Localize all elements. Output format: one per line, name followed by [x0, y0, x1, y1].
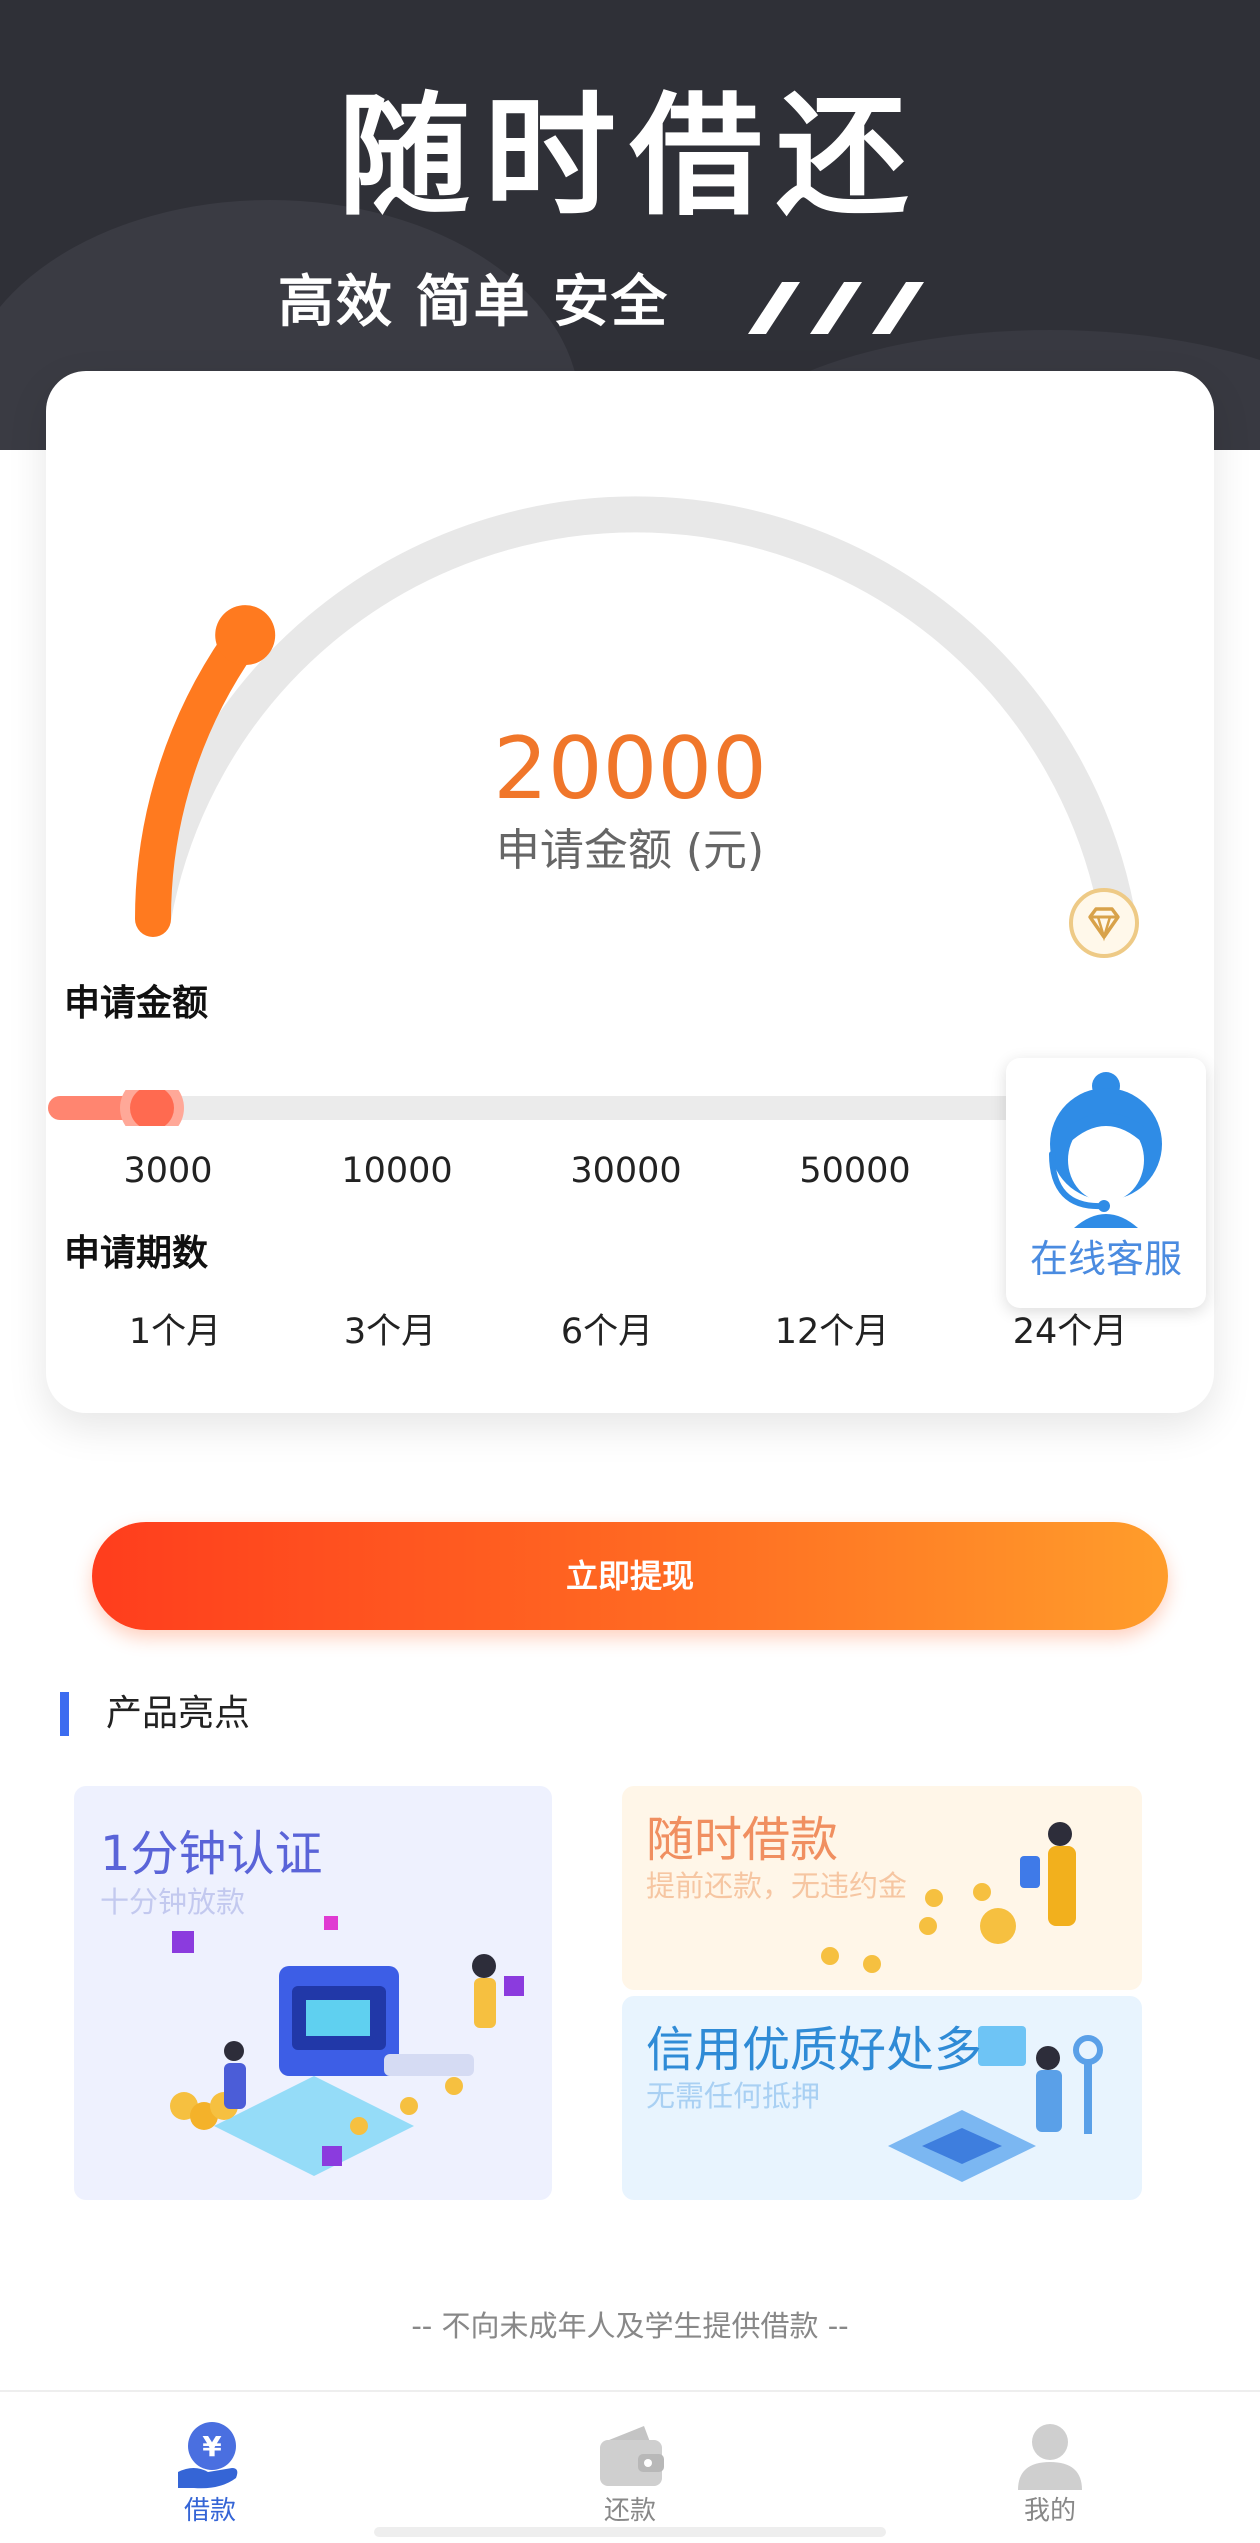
online-service-label: 在线客服 — [1029, 1237, 1182, 1281]
tab-loan[interactable]: ¥ 借款 — [110, 2392, 310, 2543]
disclaimer-text: -- 不向未成年人及学生提供借款 -- — [411, 2309, 849, 2343]
hero-subtitle: 高效 简单 安全 — [278, 270, 669, 335]
home-indicator — [374, 2527, 886, 2537]
diamond-icon — [1069, 888, 1139, 958]
hero-title: 随时借还 — [338, 80, 922, 234]
loan-amount-label: 申请金额 (元) — [495, 825, 765, 876]
bottom-tab-bar: ¥ 借款 还款 我的 — [0, 2390, 1260, 2543]
slash-decoration-icon — [748, 282, 924, 334]
tab-repay[interactable]: 还款 — [530, 2392, 730, 2543]
section-accent-bar — [60, 1692, 69, 1736]
amount-option[interactable]: 3000 — [123, 1147, 212, 1195]
tile-title: 1分钟认证 — [100, 1826, 323, 1882]
svg-text:¥: ¥ — [202, 2430, 222, 2463]
amount-option[interactable]: 10000 — [341, 1147, 452, 1195]
tile-subtitle: 提前还款，无违约金 — [646, 1869, 908, 1903]
amount-section-label: 申请金额 — [64, 983, 209, 1024]
gauge-knob — [215, 605, 276, 666]
withdraw-button[interactable]: 立即提现 — [92, 1522, 1168, 1630]
term-option[interactable]: 1个月 — [129, 1308, 221, 1356]
highlight-tile-verify[interactable]: 1分钟认证 十分钟放款 — [74, 1786, 552, 2200]
slider-track — [48, 1096, 1028, 1120]
term-option[interactable]: 3个月 — [344, 1308, 436, 1356]
tab-label: 还款 — [603, 2496, 656, 2526]
tile-title: 信用优质好处多 — [646, 2022, 983, 2078]
amount-slider[interactable] — [48, 1090, 1028, 1126]
tab-profile[interactable]: 我的 — [950, 2392, 1150, 2543]
amount-option[interactable]: 30000 — [570, 1147, 681, 1195]
loan-amount: 20000 — [493, 719, 767, 819]
loan-icon: ¥ — [178, 2422, 238, 2489]
amount-gauge — [135, 496, 1136, 937]
online-service-button[interactable]: 在线客服 — [1006, 1058, 1206, 1308]
tab-label: 我的 — [1023, 2496, 1076, 2526]
customer-service-icon — [1049, 1072, 1162, 1228]
amount-option[interactable]: 50000 — [799, 1147, 910, 1195]
highlight-tile-credit[interactable]: 信用优质好处多 无需任何抵押 — [622, 1996, 1142, 2200]
term-option[interactable]: 12个月 — [775, 1308, 890, 1356]
wallet-icon — [600, 2426, 664, 2486]
tile-subtitle: 十分钟放款 — [100, 1885, 246, 1919]
term-option[interactable]: 24个月 — [1013, 1308, 1128, 1356]
highlight-tile-borrow[interactable]: 随时借款 提前还款，无违约金 — [622, 1786, 1142, 1990]
term-section-label: 申请期数 — [64, 1233, 209, 1274]
term-option[interactable]: 6个月 — [561, 1308, 653, 1356]
tile-subtitle: 无需任何抵押 — [646, 2079, 821, 2113]
profile-icon — [1018, 2424, 1082, 2490]
tab-label: 借款 — [183, 2496, 236, 2526]
tile-title: 随时借款 — [646, 1812, 839, 1868]
highlights-title: 产品亮点 — [106, 1693, 251, 1734]
slider-thumb — [120, 1090, 184, 1126]
